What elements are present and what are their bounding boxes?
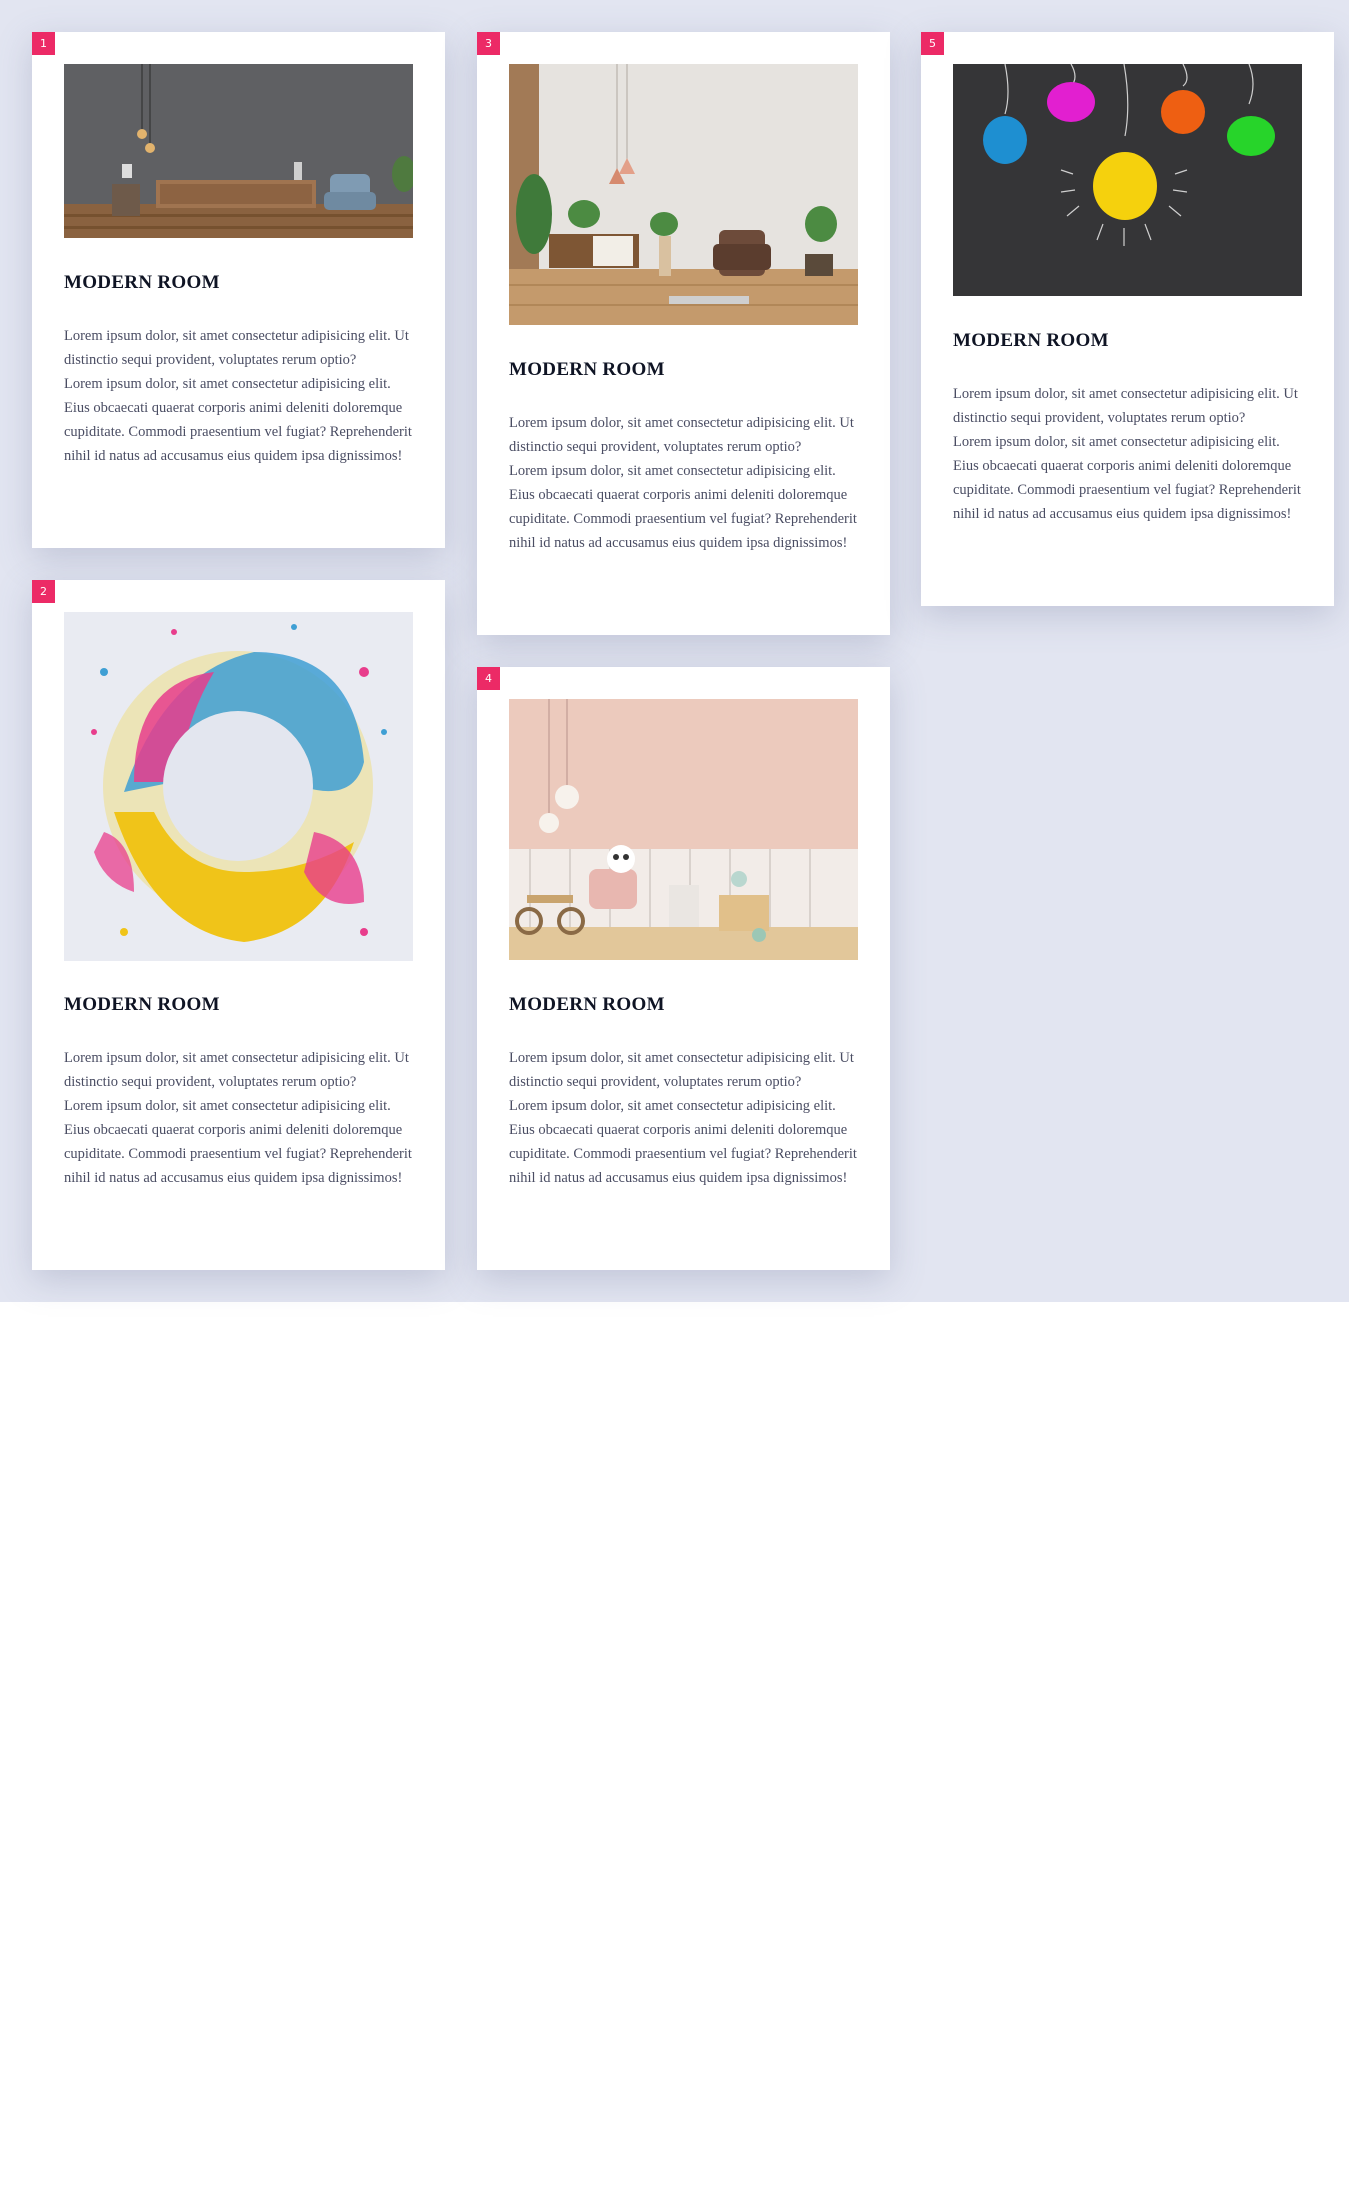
card-image	[64, 612, 413, 961]
gallery-card[interactable]: 2 MODERN ROOM Lorem ipsum dolor, sit ame…	[32, 580, 445, 1270]
card-paragraph: Lorem ipsum dolor, sit amet consectetur …	[953, 434, 1301, 522]
card-title: MODERN ROOM	[64, 272, 220, 293]
card-paragraph: Lorem ipsum dolor, sit amet consectetur …	[64, 376, 412, 464]
card-title: MODERN ROOM	[64, 994, 220, 1015]
card-number-badge: 2	[32, 580, 55, 603]
card-image	[509, 64, 858, 325]
gallery-card[interactable]: 1 MODERN ROOM Lorem ipsum dolor, sit ame…	[32, 32, 445, 548]
card-number-badge: 5	[921, 32, 944, 55]
card-paragraph: Lorem ipsum dolor, sit amet consectetur …	[509, 1098, 857, 1186]
card-image	[953, 64, 1302, 296]
card-paragraph: Lorem ipsum dolor, sit amet consectetur …	[953, 386, 1298, 426]
card-description: Lorem ipsum dolor, sit amet consectetur …	[64, 324, 413, 468]
masonry-gallery: 1 MODERN ROOM Lorem ipsum dolor, sit ame…	[0, 0, 1349, 1302]
card-number-badge: 4	[477, 667, 500, 690]
gallery-card[interactable]: 5 MODERN ROOM Lorem ipsum dolor, sit ame…	[921, 32, 1334, 606]
card-paragraph: Lorem ipsum dolor, sit amet consectetur …	[64, 1098, 412, 1186]
card-title: MODERN ROOM	[509, 994, 665, 1015]
card-number-badge: 1	[32, 32, 55, 55]
card-title: MODERN ROOM	[509, 359, 665, 380]
card-paragraph: Lorem ipsum dolor, sit amet consectetur …	[64, 1050, 409, 1090]
card-paragraph: Lorem ipsum dolor, sit amet consectetur …	[509, 415, 854, 455]
card-image	[509, 699, 858, 960]
gallery-card[interactable]: 3 MODERN ROOM Lorem ipsum dolor, sit ame…	[477, 32, 890, 635]
card-number-badge: 3	[477, 32, 500, 55]
card-description: Lorem ipsum dolor, sit amet consectetur …	[64, 1046, 413, 1190]
card-paragraph: Lorem ipsum dolor, sit amet consectetur …	[64, 328, 409, 368]
card-image	[64, 64, 413, 238]
card-paragraph: Lorem ipsum dolor, sit amet consectetur …	[509, 1050, 854, 1090]
gallery-card[interactable]: 4 MODERN ROOM Lorem ipsum dolor, sit ame…	[477, 667, 890, 1270]
card-description: Lorem ipsum dolor, sit amet consectetur …	[509, 411, 858, 555]
card-description: Lorem ipsum dolor, sit amet consectetur …	[953, 382, 1302, 526]
card-paragraph: Lorem ipsum dolor, sit amet consectetur …	[509, 463, 857, 551]
card-title: MODERN ROOM	[953, 330, 1109, 351]
card-description: Lorem ipsum dolor, sit amet consectetur …	[509, 1046, 858, 1190]
